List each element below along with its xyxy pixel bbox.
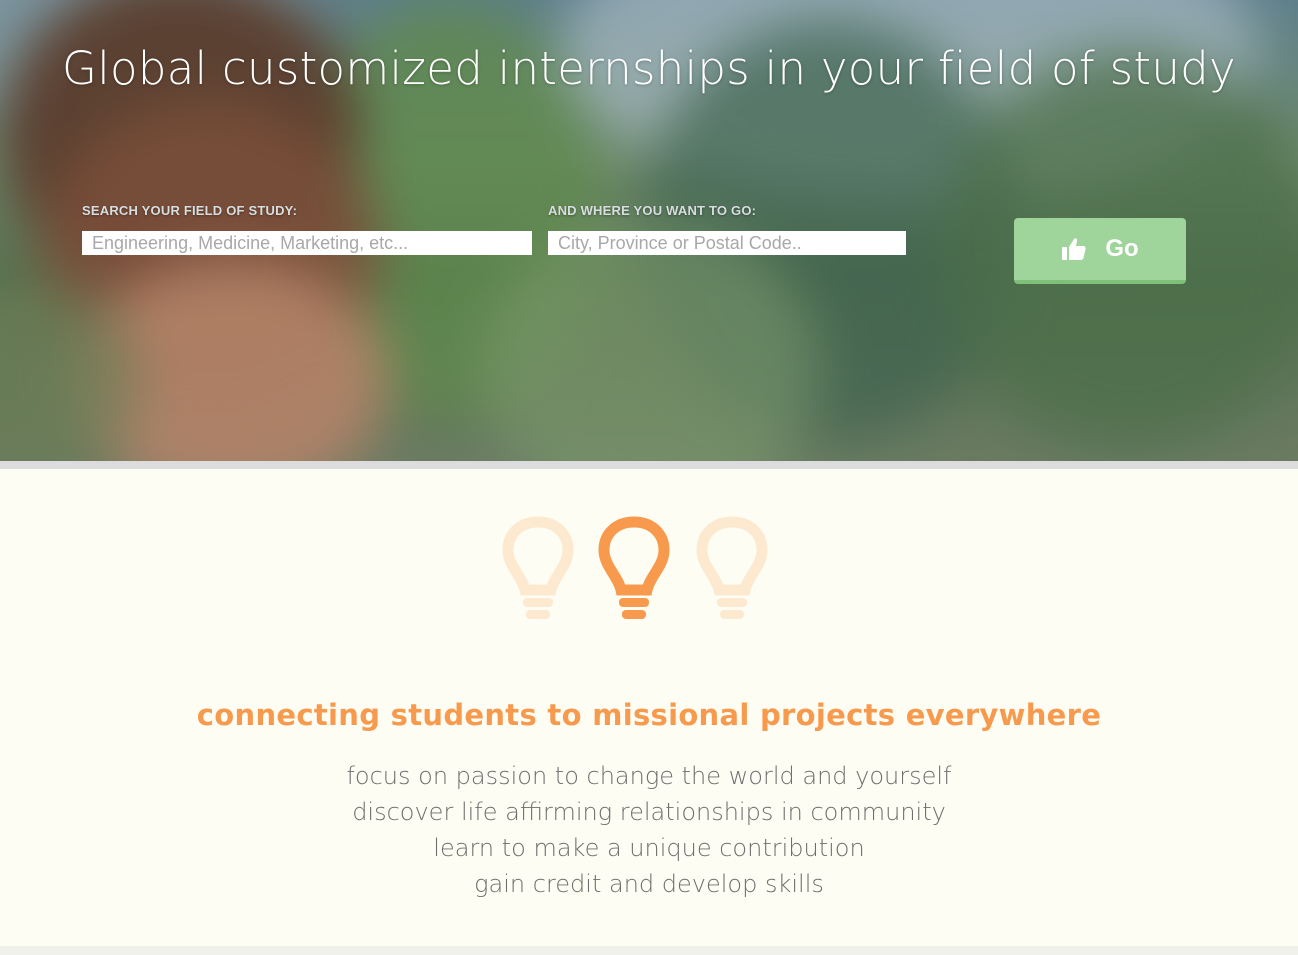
location-input[interactable]	[548, 231, 906, 255]
hero-banner: Global customized internships in your fi…	[0, 0, 1298, 461]
lightbulb-icon	[502, 516, 574, 619]
lightbulb-icon	[696, 516, 768, 619]
lightbulb-row	[0, 514, 1298, 624]
footer-strip	[0, 946, 1298, 955]
field-of-study-input[interactable]	[82, 231, 532, 255]
mission-tagline: connecting students to missional project…	[196, 698, 1102, 732]
thumbs-up-icon	[1061, 236, 1087, 262]
section-divider	[0, 461, 1298, 469]
go-button-label: Go	[1105, 235, 1139, 262]
feature-list: focus on passion to change the world and…	[0, 758, 1298, 902]
go-button[interactable]: Go	[1014, 218, 1186, 284]
page-title: Global customized internships in your fi…	[62, 42, 1236, 95]
lightbulb-icon	[598, 516, 670, 619]
feature-item: learn to make a unique contribution	[433, 834, 865, 862]
feature-item: focus on passion to change the world and…	[346, 762, 952, 790]
location-label: AND WHERE YOU WANT TO GO:	[548, 203, 757, 218]
feature-item: discover life affirming relationships in…	[352, 798, 946, 826]
feature-item: gain credit and develop skills	[474, 870, 824, 898]
field-of-study-label: SEARCH YOUR FIELD OF STUDY:	[82, 203, 298, 218]
